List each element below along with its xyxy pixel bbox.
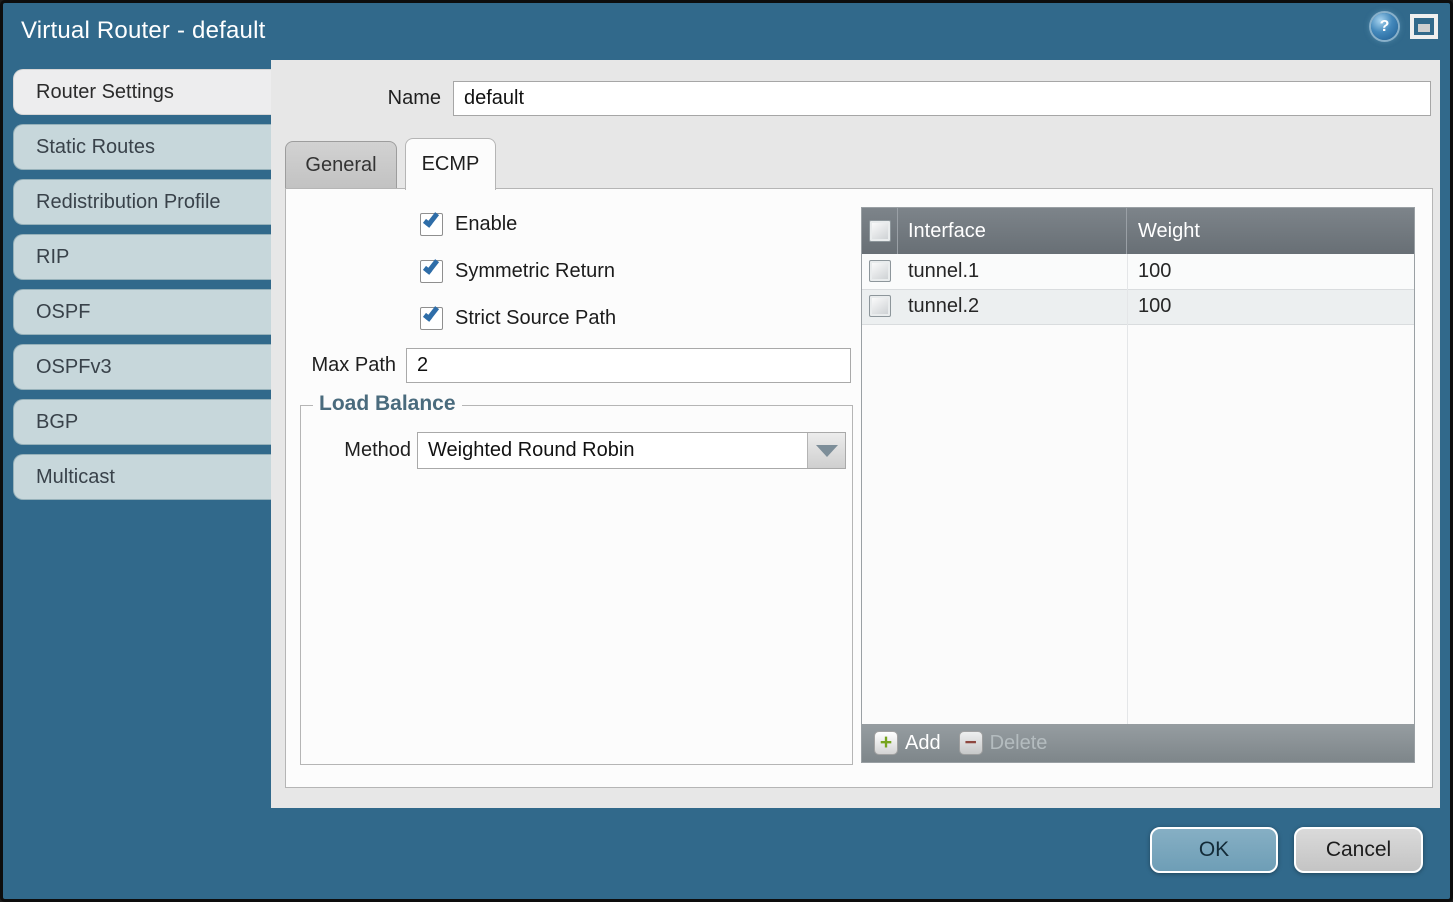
add-button[interactable]: + Add <box>874 731 941 755</box>
row-checkbox[interactable] <box>869 260 891 282</box>
delete-button-label: Delete <box>990 732 1048 755</box>
titlebar-icons: ? <box>1371 13 1438 40</box>
column-header-interface[interactable]: Interface <box>898 208 1127 254</box>
delete-button[interactable]: − Delete <box>959 731 1048 755</box>
load-balance-legend: Load Balance <box>313 392 462 416</box>
table-row[interactable]: tunnel.1 100 <box>862 254 1414 289</box>
row-divider <box>862 289 1414 290</box>
enable-row: Enable <box>420 211 517 237</box>
cell-weight: 100 <box>1138 254 1338 289</box>
sidebar-item-redistribution-profile[interactable]: Redistribution Profile <box>13 179 271 225</box>
dialog-footer: OK Cancel <box>1150 827 1423 873</box>
restore-window-icon-inner <box>1418 24 1430 32</box>
sidebar-item-ospf[interactable]: OSPF <box>13 289 271 335</box>
cell-interface: tunnel.1 <box>908 254 1118 289</box>
ecmp-interface-table: Interface Weight tunnel.1 100 tunnel.2 1… <box>861 207 1415 763</box>
tab-general[interactable]: General <box>285 141 397 188</box>
column-header-weight[interactable]: Weight <box>1128 208 1416 254</box>
symmetric-return-row: Symmetric Return <box>420 258 615 284</box>
enable-label: Enable <box>455 213 517 236</box>
max-path-label: Max Path <box>293 354 396 377</box>
sidebar-item-bgp[interactable]: BGP <box>13 399 271 445</box>
select-all-checkbox[interactable] <box>869 220 891 242</box>
titlebar: Virtual Router - default ? <box>3 3 1450 60</box>
restore-window-icon[interactable] <box>1410 14 1438 39</box>
row-divider <box>862 324 1414 325</box>
row-checkbox[interactable] <box>869 295 891 317</box>
plus-icon: + <box>874 731 898 755</box>
sidebar: Router Settings Static Routes Redistribu… <box>13 69 271 509</box>
header-checkbox-cell <box>862 208 898 254</box>
sidebar-item-ospfv3[interactable]: OSPFv3 <box>13 344 271 390</box>
strict-source-path-label: Strict Source Path <box>455 307 616 330</box>
minus-icon: − <box>959 731 983 755</box>
strict-source-path-row: Strict Source Path <box>420 305 616 331</box>
virtual-router-dialog: Virtual Router - default ? Router Settin… <box>0 0 1453 902</box>
sidebar-item-multicast[interactable]: Multicast <box>13 454 271 500</box>
add-button-label: Add <box>905 732 941 755</box>
name-input[interactable] <box>453 81 1431 116</box>
strict-source-path-checkbox[interactable] <box>420 307 443 330</box>
enable-checkbox[interactable] <box>420 213 443 236</box>
method-dropdown[interactable]: Weighted Round Robin <box>417 432 846 469</box>
cancel-button[interactable]: Cancel <box>1294 827 1423 873</box>
symmetric-return-checkbox[interactable] <box>420 260 443 283</box>
sidebar-item-static-routes[interactable]: Static Routes <box>13 124 271 170</box>
name-label: Name <box>323 87 441 110</box>
ok-button[interactable]: OK <box>1150 827 1278 873</box>
check-icon <box>423 210 439 228</box>
method-selected-value: Weighted Round Robin <box>428 433 634 468</box>
table-toolbar: + Add − Delete <box>862 724 1414 762</box>
check-icon <box>423 257 439 275</box>
sidebar-item-rip[interactable]: RIP <box>13 234 271 280</box>
table-row[interactable]: tunnel.2 100 <box>862 289 1414 324</box>
cell-weight: 100 <box>1138 289 1338 324</box>
table-header: Interface Weight <box>862 208 1414 254</box>
dialog-title: Virtual Router - default <box>21 17 265 45</box>
help-icon[interactable]: ? <box>1371 13 1398 40</box>
method-label: Method <box>303 439 411 462</box>
cell-interface: tunnel.2 <box>908 289 1118 324</box>
tab-ecmp[interactable]: ECMP <box>405 138 496 190</box>
max-path-input[interactable] <box>406 348 851 383</box>
sidebar-item-router-settings[interactable]: Router Settings <box>13 69 271 115</box>
check-icon <box>423 304 439 322</box>
symmetric-return-label: Symmetric Return <box>455 260 615 283</box>
dropdown-button[interactable] <box>807 433 845 468</box>
chevron-down-icon <box>816 445 838 457</box>
column-divider <box>1127 254 1128 724</box>
